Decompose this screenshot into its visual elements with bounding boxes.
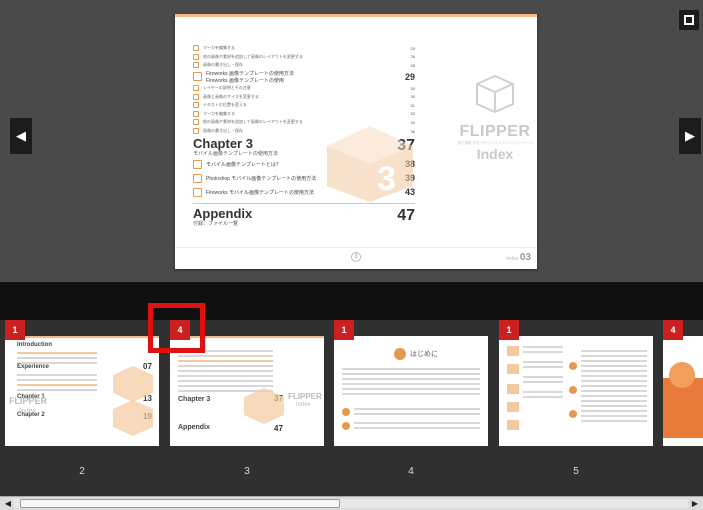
bullet-icon [342, 422, 350, 430]
toc-entry[interactable]: テキストの位置を変える 31 [193, 101, 415, 110]
thumbnail-page-6[interactable] [663, 336, 703, 446]
character-illustration [669, 362, 695, 388]
svg-text:3: 3 [377, 160, 396, 198]
thumb-appendix-label: Appendix [178, 424, 210, 431]
thumbnail-page-5[interactable] [499, 336, 653, 446]
step-icon [569, 386, 577, 394]
box-illustration: 3 [327, 126, 413, 202]
section-title: Fireworks 画像テンプレートの使用方法 [206, 70, 294, 77]
thumbnail-strip: Introduction Experience 07 Chapter 1 13 … [0, 320, 703, 496]
step-icon [569, 410, 577, 418]
toc-entry[interactable]: マーカを編集する 33 [193, 110, 415, 119]
toc-entry[interactable]: レイヤーの説明とその注意 30 [193, 84, 415, 93]
thumbnail-page-number: 5 [573, 466, 579, 477]
brand-logo: FLIPPER 電子書籍 作成 デザインテンプレートパッケージ Index [455, 74, 535, 162]
annotation-badge[interactable]: 1 [499, 320, 519, 340]
document-icon [507, 364, 519, 374]
toc-entry[interactable]: 画像と画像のサイズを変更する 30 [193, 92, 415, 101]
document-icon [193, 62, 199, 69]
scroll-left-arrow-icon[interactable]: ◀ [2, 498, 14, 509]
bullet-icon [342, 408, 350, 416]
thumbnail-page-2[interactable]: Introduction Experience 07 Chapter 1 13 … [5, 336, 159, 446]
chapter-title: Chapter 3 [193, 136, 253, 152]
document-icon [193, 45, 199, 52]
fireworks-icon [193, 187, 202, 197]
appendix-heading[interactable]: Appendix 付録：ファイル一覧 47 [193, 203, 415, 227]
page-footer: 3 Index 03 [175, 247, 537, 269]
appendix-title: Appendix [193, 206, 253, 222]
box-illustration [113, 400, 153, 436]
box-logo-icon [476, 74, 514, 114]
document-icon [193, 102, 199, 109]
thumbnail-page-number: 2 [79, 466, 85, 477]
step-icon [569, 362, 577, 370]
main-viewer: マーカを編集する 25 他の画像や素材を追加して画像のレイアウトを変更する 26 画… [0, 0, 703, 282]
annotation-badge[interactable]: 4 [663, 320, 683, 340]
document-icon [507, 384, 519, 394]
document-icon [507, 420, 519, 430]
info-icon [394, 348, 406, 360]
document-icon [193, 119, 199, 126]
annotation-badge[interactable]: 1 [334, 320, 354, 340]
section-subtitle: Fireworks 画像テンプレートの使用 [206, 77, 284, 84]
toc-entry[interactable]: 他の画像や素材を追加して画像のレイアウトを変更する 26 [193, 53, 415, 62]
current-page: マーカを編集する 25 他の画像や素材を追加して画像のレイアウトを変更する 26 画… [175, 14, 537, 269]
brand-name: FLIPPER [459, 123, 531, 140]
appendix-subtitle: 付録：ファイル一覧 [193, 221, 239, 228]
thumbnail-area: Introduction Experience 07 Chapter 1 13 … [0, 320, 703, 496]
thumbnail-page-number: 4 [408, 466, 414, 477]
page-circle-number: 3 [351, 252, 361, 262]
next-page-button[interactable]: ▶ [679, 118, 701, 154]
fullscreen-icon [684, 15, 694, 25]
annotation-badge[interactable]: 1 [5, 320, 25, 340]
photoshop-icon [193, 173, 202, 183]
toc-entry[interactable]: 画像の書き出し・保存 28 [193, 61, 415, 70]
viewer-divider [0, 282, 703, 320]
document-icon [507, 346, 519, 356]
thumbnail-page-4[interactable]: はじめに [334, 336, 488, 446]
horizontal-scrollbar[interactable]: ◀ ▶ [0, 496, 703, 510]
document-icon [507, 402, 519, 412]
thumb-experience-label: Experience [17, 364, 50, 370]
toc-entry[interactable]: マーカを編集する 25 [193, 44, 415, 53]
appendix-page: 47 [397, 207, 415, 225]
document-icon [193, 110, 199, 117]
fullscreen-button[interactable] [679, 10, 699, 30]
document-icon [193, 93, 199, 100]
toc-section-fireworks[interactable]: Fireworks 画像テンプレートの使用方法 Fireworks 画像テンプレー… [193, 70, 415, 84]
thumb-heading: はじめに [394, 348, 438, 360]
scrollbar-thumb[interactable] [20, 499, 340, 508]
thumbnail-page-number: 3 [244, 466, 250, 477]
document-icon [193, 85, 199, 92]
brand-index: Index [476, 146, 514, 162]
document-icon [193, 159, 202, 169]
page-top-accent [175, 14, 537, 17]
footer-label: Index 03 [506, 252, 531, 263]
fireworks-icon [193, 72, 202, 82]
highlight-box [148, 303, 205, 353]
scroll-right-arrow-icon[interactable]: ▶ [689, 498, 701, 509]
chapter-subtitle: モバイル画像テンプレートの使用方法 [193, 151, 278, 158]
thumb-chapter3-label: Chapter 3 [178, 396, 211, 403]
document-icon [193, 128, 199, 135]
document-icon [193, 53, 199, 60]
thumb-intro-label: Introduction [17, 342, 52, 348]
previous-page-button[interactable]: ◀ [10, 118, 32, 154]
